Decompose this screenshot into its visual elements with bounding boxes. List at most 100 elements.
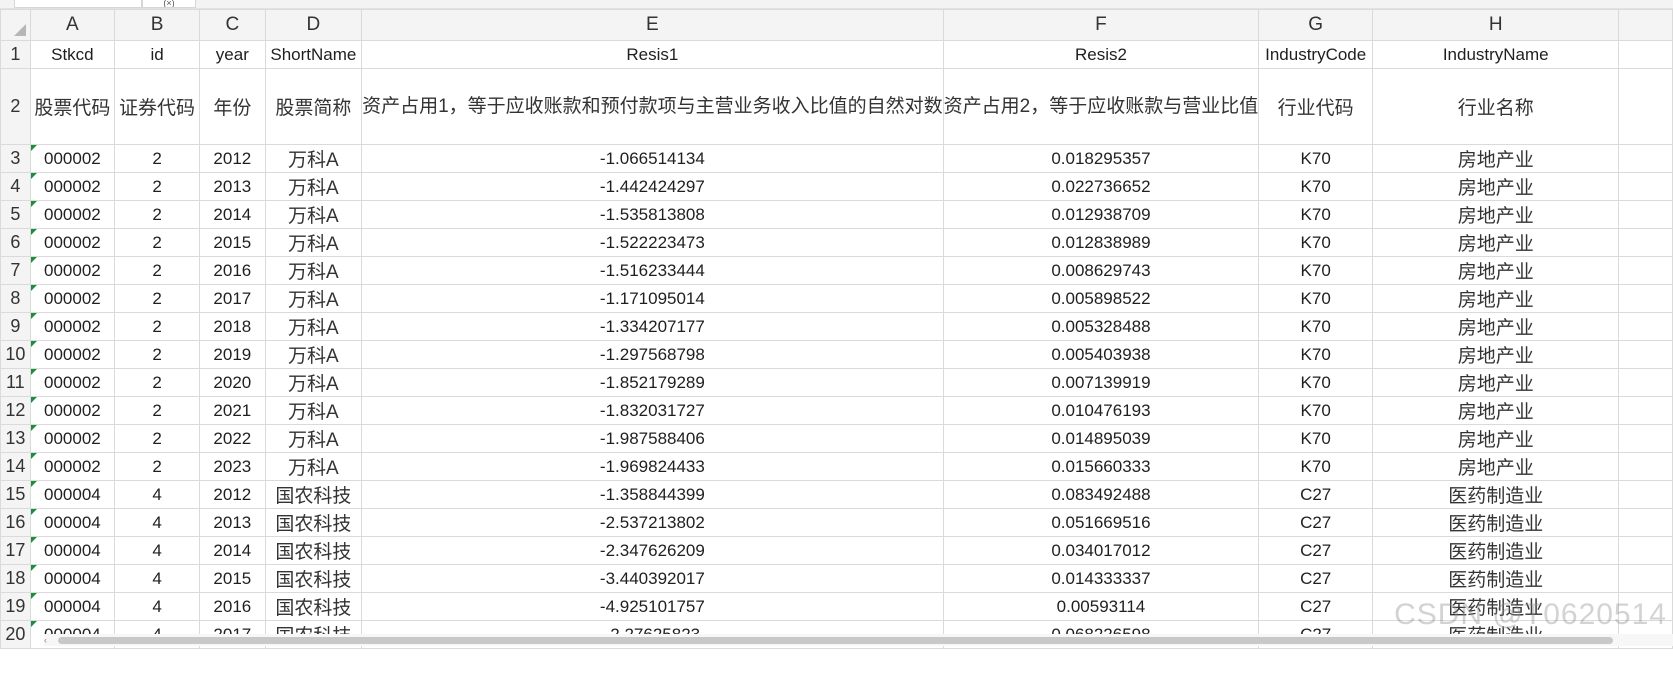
- row-header[interactable]: 2: [0, 68, 31, 145]
- cell-empty[interactable]: [1618, 396, 1673, 425]
- cell-r1[interactable]: -1.987588406: [361, 424, 944, 453]
- cell-year[interactable]: 2018: [198, 312, 266, 341]
- cell-iname[interactable]: 医药制造业: [1372, 480, 1620, 509]
- cell-stkcd[interactable]: 000002: [29, 144, 116, 173]
- row-header[interactable]: 11: [0, 368, 31, 397]
- cell-short[interactable]: 万科A: [264, 424, 363, 453]
- cell-id[interactable]: 2: [114, 228, 200, 257]
- cell-short[interactable]: 万科A: [264, 340, 363, 369]
- cell-icode[interactable]: K70: [1258, 144, 1374, 173]
- cell-iname[interactable]: 房地产业: [1372, 256, 1620, 285]
- cell-r1[interactable]: -4.925101757: [361, 592, 944, 621]
- cell-iname[interactable]: 房地产业: [1372, 312, 1620, 341]
- cell-iname[interactable]: 医药制造业: [1372, 508, 1620, 537]
- row-header[interactable]: 18: [0, 564, 31, 593]
- cell-r2[interactable]: 0.022736652: [942, 172, 1260, 201]
- cell-year[interactable]: 2014: [198, 536, 266, 565]
- row-header[interactable]: 17: [0, 536, 31, 565]
- row-header[interactable]: 3: [0, 144, 31, 173]
- column-header-d[interactable]: D: [264, 9, 363, 41]
- cell-short[interactable]: 万科A: [264, 256, 363, 285]
- cell-year[interactable]: 2012: [198, 144, 266, 173]
- row-header[interactable]: 8: [0, 284, 31, 313]
- cell-stkcd[interactable]: 000002: [29, 340, 116, 369]
- row-header[interactable]: 16: [0, 508, 31, 537]
- cell-year[interactable]: year: [198, 40, 266, 69]
- cell-r2[interactable]: 0.014895039: [942, 424, 1260, 453]
- formula-button[interactable]: (×): [142, 0, 196, 8]
- cell-stkcd[interactable]: 000002: [29, 424, 116, 453]
- cell-icode[interactable]: C27: [1258, 564, 1374, 593]
- cell-empty[interactable]: [1618, 340, 1673, 369]
- cell-id[interactable]: 2: [114, 368, 200, 397]
- cell-r2[interactable]: 0.012938709: [942, 200, 1260, 229]
- cell-icode[interactable]: C27: [1258, 592, 1374, 621]
- cell-empty[interactable]: [1618, 68, 1673, 145]
- cell-r1[interactable]: -1.522223473: [361, 228, 944, 257]
- cell-empty[interactable]: [1618, 480, 1673, 509]
- cell-r1[interactable]: -2.347626209: [361, 536, 944, 565]
- horizontal-scrollbar-thumb[interactable]: [58, 637, 1613, 644]
- select-all-corner[interactable]: [0, 9, 31, 41]
- cell-r2[interactable]: 0.015660333: [942, 452, 1260, 481]
- cell-icode[interactable]: C27: [1258, 536, 1374, 565]
- cell-r1[interactable]: -1.358844399: [361, 480, 944, 509]
- cell-short[interactable]: ShortName: [264, 40, 363, 69]
- cell-short[interactable]: 国农科技: [264, 480, 363, 509]
- cell-short[interactable]: 万科A: [264, 144, 363, 173]
- cell-year[interactable]: 2013: [198, 172, 266, 201]
- row-header[interactable]: 10: [0, 340, 31, 369]
- cell-stkcd[interactable]: 000004: [29, 508, 116, 537]
- cell-empty[interactable]: [1618, 228, 1673, 257]
- row-header[interactable]: 9: [0, 312, 31, 341]
- cell-r2[interactable]: 0.010476193: [942, 396, 1260, 425]
- cell-iname[interactable]: 医药制造业: [1372, 536, 1620, 565]
- cell-icode[interactable]: K70: [1258, 396, 1374, 425]
- cell-id[interactable]: 4: [114, 536, 200, 565]
- cell-id[interactable]: 证券代码: [114, 68, 200, 145]
- cell-icode[interactable]: K70: [1258, 312, 1374, 341]
- column-header-e[interactable]: E: [361, 9, 944, 41]
- cell-stkcd[interactable]: 000002: [29, 368, 116, 397]
- cell-stkcd[interactable]: 000002: [29, 172, 116, 201]
- cell-iname[interactable]: 房地产业: [1372, 452, 1620, 481]
- column-header-blank[interactable]: [1618, 9, 1673, 41]
- cell-iname[interactable]: 房地产业: [1372, 340, 1620, 369]
- cell-stkcd[interactable]: 000002: [29, 396, 116, 425]
- cell-icode[interactable]: K70: [1258, 424, 1374, 453]
- row-header[interactable]: 15: [0, 480, 31, 509]
- cell-empty[interactable]: [1618, 172, 1673, 201]
- cell-r2[interactable]: 0.018295357: [942, 144, 1260, 173]
- cell-empty[interactable]: [1618, 312, 1673, 341]
- cell-year[interactable]: 2021: [198, 396, 266, 425]
- cell-icode[interactable]: C27: [1258, 508, 1374, 537]
- column-header-h[interactable]: H: [1372, 9, 1620, 41]
- cell-id[interactable]: 2: [114, 172, 200, 201]
- cell-short[interactable]: 股票简称: [264, 68, 363, 145]
- cell-iname[interactable]: 房地产业: [1372, 284, 1620, 313]
- cell-empty[interactable]: [1618, 564, 1673, 593]
- cell-year[interactable]: 年份: [198, 68, 266, 145]
- cell-short[interactable]: 万科A: [264, 396, 363, 425]
- cell-year[interactable]: 2017: [198, 284, 266, 313]
- cell-iname[interactable]: 房地产业: [1372, 228, 1620, 257]
- cell-iname[interactable]: 房地产业: [1372, 144, 1620, 173]
- cell-r1[interactable]: -1.832031727: [361, 396, 944, 425]
- cell-iname[interactable]: 房地产业: [1372, 200, 1620, 229]
- cell-stkcd[interactable]: Stkcd: [29, 40, 116, 69]
- cell-id[interactable]: 2: [114, 144, 200, 173]
- cell-icode[interactable]: K70: [1258, 368, 1374, 397]
- row-header[interactable]: 6: [0, 228, 31, 257]
- cell-short[interactable]: 万科A: [264, 312, 363, 341]
- cell-iname[interactable]: IndustryName: [1372, 40, 1620, 69]
- cell-r2[interactable]: 0.012838989: [942, 228, 1260, 257]
- cell-r2[interactable]: 资产占用2，等于应收账款与营业比值: [942, 68, 1260, 145]
- cell-short[interactable]: 万科A: [264, 368, 363, 397]
- cell-short[interactable]: 国农科技: [264, 536, 363, 565]
- cell-stkcd[interactable]: 000002: [29, 312, 116, 341]
- cell-icode[interactable]: C27: [1258, 480, 1374, 509]
- column-header-f[interactable]: F: [942, 9, 1260, 41]
- cell-stkcd[interactable]: 000002: [29, 200, 116, 229]
- cell-icode[interactable]: K70: [1258, 228, 1374, 257]
- name-box[interactable]: [14, 0, 142, 8]
